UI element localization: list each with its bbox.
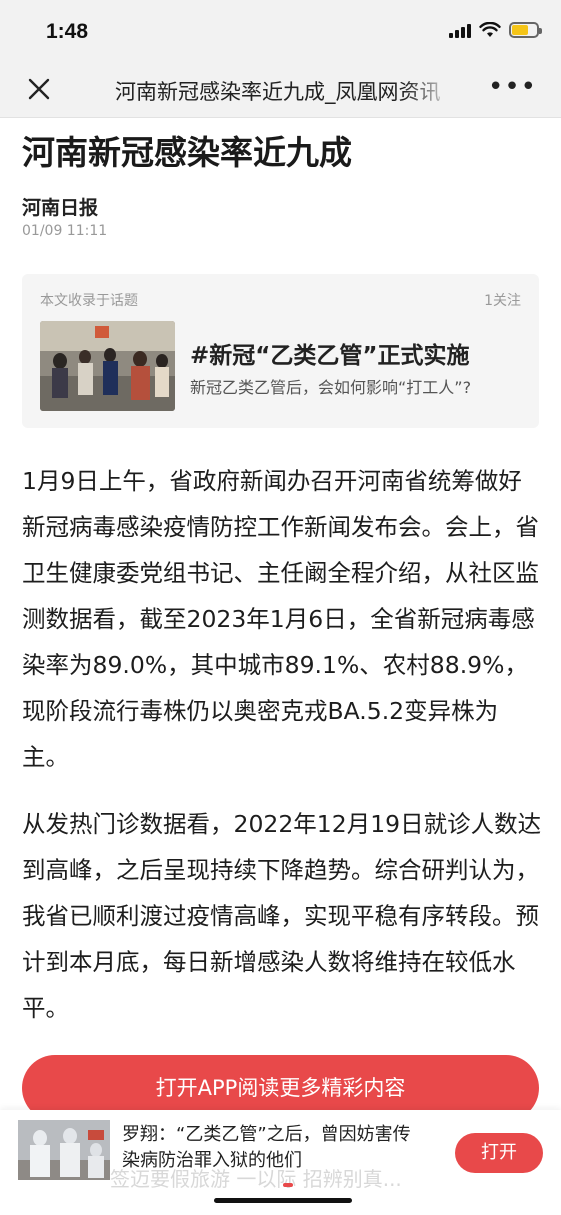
more-options-icon[interactable]: •••	[488, 74, 537, 100]
article-paragraph: 从发热门诊数据看，2022年12月19日就诊人数达到高峰，之后呈现持续下降趋势。…	[22, 810, 542, 1022]
topic-thumbnail	[40, 321, 175, 411]
promo-thumbnail	[18, 1120, 110, 1180]
battery-icon	[509, 22, 542, 38]
topic-description: 新冠乙类乙管后，会如何影响“打工人”?	[190, 378, 472, 397]
topic-card[interactable]: 本文收录于话题 1关注 #新冠“乙类乙管”正式实施 新冠乙类乙管后，会如何影响“…	[22, 274, 539, 428]
page-title: 河南新冠感染率近九成_凤凰网资讯	[115, 80, 441, 104]
status-time: 1:48	[46, 20, 89, 43]
status-bar: 1:48	[0, 0, 561, 62]
nav-bar: 河南新冠感染率近九成_凤凰网资讯 •••	[0, 62, 561, 118]
article-source[interactable]: 河南日报	[22, 193, 98, 220]
topic-follow-count: 1关注	[484, 293, 521, 309]
article-title: 河南新冠感染率近九成	[22, 133, 352, 172]
article-paragraph: 1月9日上午，省政府新闻办召开河南省统筹做好新冠病毒感染疫情防控工作新闻发布会。…	[22, 467, 539, 771]
wifi-icon	[479, 22, 501, 37]
topic-name: #新冠“乙类乙管”正式实施	[190, 343, 470, 369]
background-scroll-text: 签迈要假旅游 一以际 招辨别真...	[110, 1167, 402, 1191]
topic-label: 本文收录于话题	[40, 293, 138, 309]
close-icon[interactable]	[26, 76, 52, 102]
status-icons	[449, 22, 542, 38]
scroll-indicator	[283, 1183, 293, 1187]
cellular-signal-icon	[449, 22, 471, 38]
home-indicator[interactable]	[214, 1198, 352, 1203]
article-date: 01/09 11:11	[22, 223, 108, 239]
promo-open-button[interactable]: 打开	[455, 1133, 543, 1173]
